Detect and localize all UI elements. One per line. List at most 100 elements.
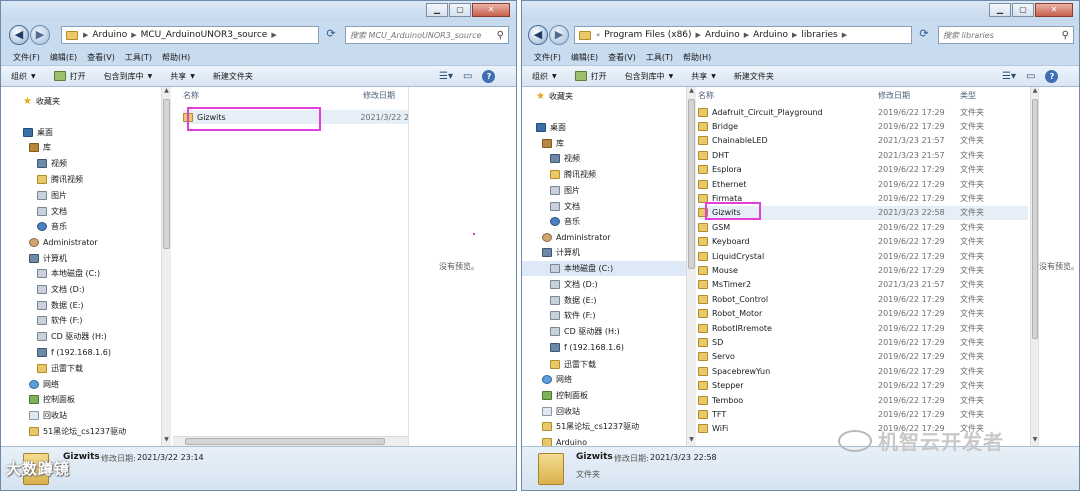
nav-item[interactable]: 回收站 bbox=[1, 408, 171, 423]
column-header-name[interactable]: 名称 bbox=[183, 87, 199, 103]
nav-item[interactable]: 迅雷下载 bbox=[522, 357, 686, 372]
nav-item[interactable]: 网络 bbox=[1, 377, 171, 392]
file-row[interactable]: DHT 2021/3/23 21:57 文件夹 bbox=[698, 148, 1028, 162]
share-button[interactable]: 共享 ▼ bbox=[691, 71, 716, 82]
nav-item[interactable]: Arduino bbox=[522, 435, 686, 446]
file-row[interactable]: SD 2019/6/22 17:29 文件夹 bbox=[698, 335, 1028, 349]
view-options-icon[interactable]: ☰▾ bbox=[439, 71, 453, 82]
nav-item[interactable]: 腾讯视频 bbox=[522, 167, 686, 182]
close-button[interactable]: ✕ bbox=[472, 3, 510, 17]
help-icon[interactable]: ? bbox=[482, 70, 496, 83]
nav-item[interactable]: CD 驱动器 (H:) bbox=[1, 329, 171, 344]
nav-item[interactable]: 图片 bbox=[522, 183, 686, 198]
view-options-icon[interactable]: ☰▾ bbox=[1002, 71, 1016, 82]
nav-item[interactable]: 软件 (F:) bbox=[522, 308, 686, 323]
breadcrumb-segment[interactable]: Arduino bbox=[92, 30, 127, 40]
file-row[interactable]: Bridge 2019/6/22 17:29 文件夹 bbox=[698, 119, 1028, 133]
breadcrumb-segment[interactable]: Arduino bbox=[753, 30, 788, 40]
search-icon[interactable]: ⚲ bbox=[493, 30, 508, 41]
menu-tools[interactable]: 工具(T) bbox=[125, 52, 152, 63]
file-row[interactable]: Keyboard 2019/6/22 17:29 文件夹 bbox=[698, 235, 1028, 249]
open-button[interactable]: 打开 bbox=[574, 71, 607, 82]
scroll-thumb[interactable] bbox=[163, 99, 170, 249]
back-button[interactable]: ◀ bbox=[528, 25, 548, 45]
breadcrumb-segment[interactable]: MCU_ArduinoUNOR3_source bbox=[141, 30, 268, 40]
forward-button[interactable]: ▶ bbox=[30, 25, 50, 45]
file-row[interactable]: LiquidCrystal 2019/6/22 17:29 文件夹 bbox=[698, 249, 1028, 263]
file-row[interactable]: Stepper 2019/6/22 17:29 文件夹 bbox=[698, 379, 1028, 393]
breadcrumb-segment[interactable]: Arduino bbox=[705, 30, 740, 40]
nav-item[interactable]: 音乐 bbox=[1, 219, 171, 234]
breadcrumb-segment[interactable]: Program Files (x86) bbox=[604, 30, 691, 40]
nav-item[interactable]: 文档 (D:) bbox=[1, 282, 171, 297]
include-in-library-button[interactable]: 包含到库中 ▼ bbox=[625, 71, 674, 82]
nav-item[interactable]: 库 bbox=[1, 140, 171, 155]
file-row[interactable]: SpacebrewYun 2019/6/22 17:29 文件夹 bbox=[698, 364, 1028, 378]
file-row[interactable]: Ethernet 2019/6/22 17:29 文件夹 bbox=[698, 177, 1028, 191]
column-header-type[interactable]: 类型 bbox=[960, 87, 976, 103]
file-row[interactable]: GSM 2019/6/22 17:29 文件夹 bbox=[698, 220, 1028, 234]
nav-item[interactable]: 本地磁盘 (C:) bbox=[522, 261, 686, 276]
scroll-thumb[interactable] bbox=[688, 99, 695, 269]
file-row[interactable]: Robot_Control 2019/6/22 17:29 文件夹 bbox=[698, 292, 1028, 306]
nav-item[interactable]: ★ 收藏夹 bbox=[522, 89, 686, 104]
nav-item[interactable]: 文档 bbox=[1, 204, 171, 219]
nav-item[interactable]: 桌面 bbox=[522, 120, 686, 135]
scroll-thumb[interactable] bbox=[185, 438, 385, 445]
nav-item[interactable]: 控制面板 bbox=[522, 388, 686, 403]
nav-item[interactable]: 图片 bbox=[1, 188, 171, 203]
open-button[interactable]: 打开 bbox=[53, 71, 86, 82]
new-folder-button[interactable]: 新建文件夹 bbox=[213, 71, 253, 82]
address-bar[interactable]: ▶ Arduino ▶ MCU_ArduinoUNOR3_source ▶ bbox=[61, 26, 319, 44]
column-header-date[interactable]: 修改日期 bbox=[878, 87, 910, 103]
back-button[interactable]: ◀ bbox=[9, 25, 29, 45]
file-row[interactable]: TFT 2019/6/22 17:29 文件夹 bbox=[698, 407, 1028, 421]
maximize-button[interactable]: ▢ bbox=[449, 3, 471, 17]
maximize-button[interactable]: ▢ bbox=[1012, 3, 1034, 17]
menu-view[interactable]: 查看(V) bbox=[87, 52, 115, 63]
refresh-icon[interactable]: ⟳ bbox=[914, 26, 934, 44]
organize-button[interactable]: 组织 ▼ bbox=[532, 71, 557, 82]
file-row[interactable]: Temboo 2019/6/22 17:29 文件夹 bbox=[698, 393, 1028, 407]
nav-item[interactable]: ★ 收藏夹 bbox=[1, 94, 171, 109]
nav-item[interactable]: f (192.168.1.6) bbox=[1, 345, 171, 360]
organize-button[interactable]: 组织 ▼ bbox=[11, 71, 36, 82]
nav-item[interactable]: 数据 (E:) bbox=[522, 293, 686, 308]
column-header-name[interactable]: 名称 bbox=[698, 87, 714, 103]
nav-item[interactable]: CD 驱动器 (H:) bbox=[522, 324, 686, 339]
scroll-down-icon[interactable]: ▼ bbox=[162, 436, 171, 446]
nav-item[interactable]: 计算机 bbox=[1, 251, 171, 266]
scroll-down-icon[interactable]: ▼ bbox=[687, 436, 696, 446]
nav-item[interactable]: 腾讯视频 bbox=[1, 172, 171, 187]
file-row[interactable]: Mouse 2019/6/22 17:29 文件夹 bbox=[698, 263, 1028, 277]
menu-file[interactable]: 文件(F) bbox=[13, 52, 40, 63]
nav-item[interactable]: 回收站 bbox=[522, 404, 686, 419]
nav-item[interactable]: 本地磁盘 (C:) bbox=[1, 266, 171, 281]
file-row[interactable]: Esplora 2019/6/22 17:29 文件夹 bbox=[698, 163, 1028, 177]
nav-item[interactable]: Administrator bbox=[1, 235, 171, 250]
close-button[interactable]: ✕ bbox=[1035, 3, 1073, 17]
nav-item[interactable]: 51黑论坛_cs1237驱动 bbox=[1, 424, 171, 439]
search-input[interactable] bbox=[350, 30, 493, 40]
file-row[interactable]: RobotIRremote 2019/6/22 17:29 文件夹 bbox=[698, 321, 1028, 335]
breadcrumb-segment[interactable]: libraries bbox=[801, 30, 837, 40]
nav-item[interactable]: 视频 bbox=[1, 156, 171, 171]
forward-button[interactable]: ▶ bbox=[549, 25, 569, 45]
nav-item[interactable]: 桌面 bbox=[1, 125, 171, 140]
overflow-chevron-icon[interactable]: « bbox=[596, 31, 600, 39]
search-icon[interactable]: ⚲ bbox=[1058, 30, 1073, 41]
menu-view[interactable]: 查看(V) bbox=[608, 52, 636, 63]
preview-pane-icon[interactable]: ▭ bbox=[463, 71, 472, 82]
preview-pane-icon[interactable]: ▭ bbox=[1026, 71, 1035, 82]
file-row[interactable]: MsTimer2 2021/3/23 21:57 文件夹 bbox=[698, 278, 1028, 292]
file-row[interactable]: ChainableLED 2021/3/23 21:57 文件夹 bbox=[698, 134, 1028, 148]
nav-scrollbar[interactable]: ▲ ▼ bbox=[161, 87, 171, 446]
file-row[interactable]: Servo 2019/6/22 17:29 文件夹 bbox=[698, 350, 1028, 364]
nav-item[interactable]: 音乐 bbox=[522, 214, 686, 229]
refresh-icon[interactable]: ⟳ bbox=[321, 26, 341, 44]
minimize-button[interactable]: ▁ bbox=[426, 3, 448, 17]
nav-item[interactable]: 数据 (E:) bbox=[1, 298, 171, 313]
nav-item[interactable]: 文档 (D:) bbox=[522, 277, 686, 292]
nav-item[interactable]: 控制面板 bbox=[1, 392, 171, 407]
menu-edit[interactable]: 编辑(E) bbox=[50, 52, 77, 63]
